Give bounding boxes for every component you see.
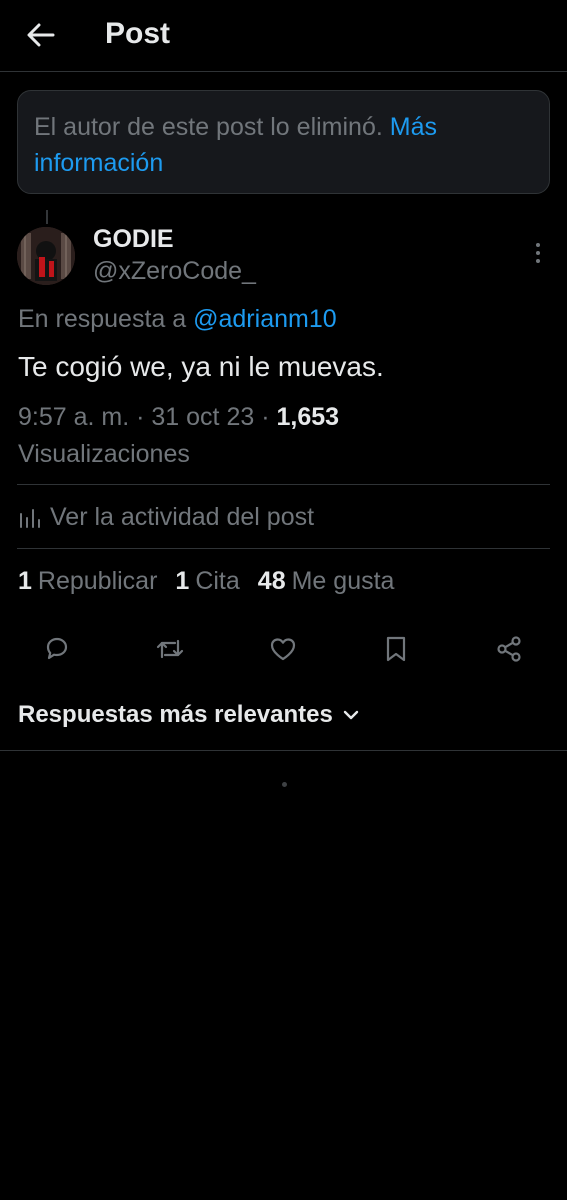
post-date[interactable]: 31 oct 23 [151,403,254,431]
like-icon [270,638,296,661]
author-display-name[interactable]: GODIE [93,225,174,254]
back-arrow-icon [27,23,55,47]
reposts-count: 1 [18,567,32,595]
likes-count: 48 [257,567,286,595]
more-options-button[interactable] [524,236,552,270]
author-handle[interactable]: @xZeroCode_ [93,257,256,286]
sort-label: Respuestas más relevantes [18,701,333,728]
share-button[interactable] [489,629,529,669]
reply-prefix: En respuesta a [18,305,187,333]
reply-icon [46,637,68,660]
thread-connector [46,210,48,224]
reposts-label: Republicar [37,567,158,595]
bookmark-icon [386,636,406,662]
post-body: Te cogió we, ya ni le muevas. [18,351,384,382]
analytics-icon [20,508,40,528]
repost-button[interactable] [150,629,190,669]
notice-text: El autor de este post lo eliminó. [34,113,383,141]
reposts-stat[interactable]: 1 Republicar [18,567,157,596]
quotes-count: 1 [175,567,190,595]
activity-label: Ver la actividad del post [50,503,315,531]
likes-stat[interactable]: 48 Me gusta [258,567,395,596]
bookmark-button[interactable] [376,629,416,669]
chevron-down-icon [343,710,359,720]
divider [0,750,567,751]
share-icon [497,636,521,662]
quotes-stat[interactable]: 1 Cita [175,567,239,596]
loading-indicator [282,782,287,787]
more-options-icon [536,243,540,247]
divider [17,484,550,485]
engagement-stats: 1 Republicar 1 Cita 48 Me gusta [18,567,394,596]
like-button[interactable] [263,629,303,669]
reply-button[interactable] [37,629,77,669]
views-count: 1,653 [276,403,340,431]
reply-context: En respuesta a @adrianm10 [18,305,337,334]
deleted-post-notice: El autor de este post lo eliminó. Más in… [17,90,550,194]
post-activity-link[interactable]: Ver la actividad del post [18,503,314,532]
avatar[interactable] [17,227,75,285]
quotes-label: Cita [195,567,240,595]
post-time[interactable]: 9:57 a. m. [18,403,129,431]
back-button[interactable] [22,16,60,54]
top-bar: Post [0,0,567,72]
likes-label: Me gusta [291,567,395,595]
repost-icon [156,639,184,659]
page-title: Post [105,17,171,50]
replies-sort-dropdown[interactable]: Respuestas más relevantes [18,701,359,729]
reply-mention-link[interactable]: @adrianm10 [193,305,337,333]
post-meta: 9:57 a. m. · 31 oct 23 · 1,653 Visualiza… [18,403,340,468]
views-label: Visualizaciones [18,440,190,468]
divider [17,548,550,549]
